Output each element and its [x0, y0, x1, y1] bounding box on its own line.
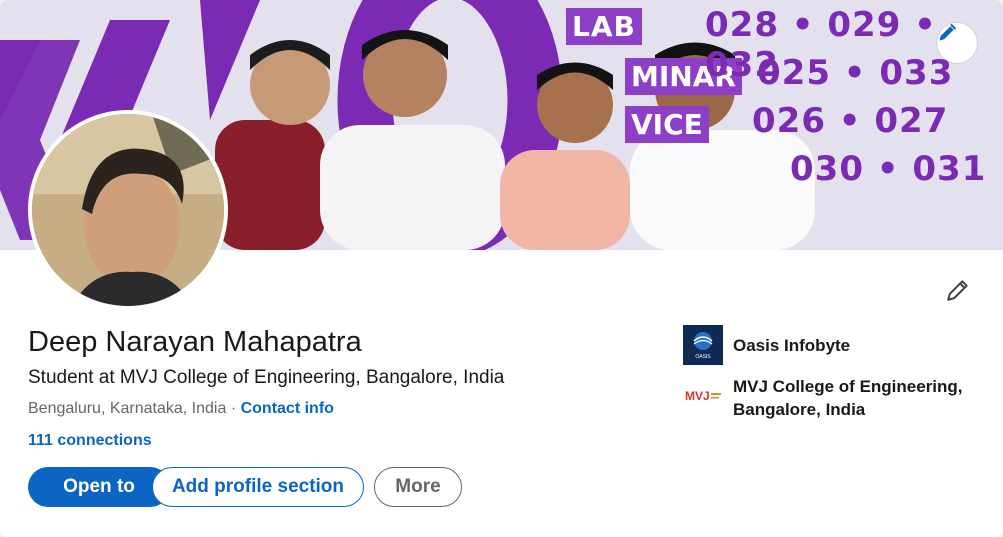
banner-rooms-4: 030 • 031 [790, 149, 987, 189]
svg-text:OASIS: OASIS [695, 354, 711, 360]
profile-photo[interactable] [28, 110, 228, 310]
profile-location: Bengaluru, Karnataka, India [28, 400, 227, 417]
mvj-logo: MVJ [683, 375, 723, 415]
org-name-line-2: Bangalore, India [733, 400, 866, 419]
edit-intro-button[interactable] [938, 270, 978, 310]
banner-lab-label: LAB [566, 8, 642, 45]
banner-rooms-2: 025 • 033 [757, 53, 954, 93]
connections-link[interactable]: 111 connections [28, 432, 152, 450]
org-name: Oasis Infobyte [733, 336, 851, 355]
profile-name: Deep Narayan Mahapatra [28, 326, 362, 358]
pencil-icon [939, 24, 956, 41]
avatar-image [32, 114, 224, 306]
mvj-logo-icon: MVJ [685, 389, 721, 403]
profile-headline: Student at MVJ College of Engineering, B… [28, 367, 505, 388]
oasis-logo: OASIS [683, 325, 723, 365]
profile-location-row: Bengaluru, Karnataka, India · Contact in… [28, 400, 334, 418]
org-mvj-college[interactable]: MVJ MVJ College of Engineering, Bangalor… [683, 375, 963, 421]
org-name-line-1: MVJ College of Engineering, [733, 377, 963, 396]
edit-cover-button[interactable] [937, 23, 977, 63]
banner-sign-2: VICE [625, 106, 709, 143]
contact-info-link[interactable]: Contact info [241, 400, 334, 417]
org-name: MVJ College of Engineering, Bangalore, I… [733, 375, 963, 421]
profile-card: LAB MINAR VICE 028 • 029 • 032 025 • 033… [0, 0, 1003, 537]
avatar [32, 114, 224, 306]
open-to-button[interactable]: Open to [28, 467, 170, 507]
add-profile-section-button[interactable]: Add profile section [152, 467, 364, 507]
oasis-logo-icon: OASIS [693, 332, 713, 360]
banner-rooms-3: 026 • 027 [752, 101, 949, 141]
svg-text:MVJ: MVJ [685, 389, 710, 403]
separator: · [230, 400, 237, 417]
more-button[interactable]: More [374, 467, 462, 507]
pencil-icon [947, 280, 968, 301]
org-oasis-infobyte[interactable]: OASIS Oasis Infobyte [683, 325, 850, 365]
